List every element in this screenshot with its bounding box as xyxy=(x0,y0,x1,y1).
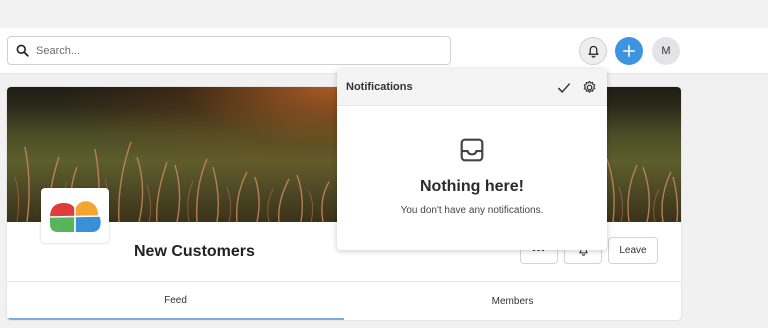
search-box[interactable] xyxy=(7,36,451,65)
plus-icon xyxy=(622,44,636,58)
tab-members[interactable]: Members xyxy=(344,282,681,320)
notifications-dropdown: Notifications Nothing here! You don't ha… xyxy=(337,69,607,250)
top-header: M xyxy=(0,28,768,74)
search-input[interactable] xyxy=(36,44,426,57)
cloud-logo xyxy=(48,200,102,233)
group-logo xyxy=(41,188,109,243)
empty-state-title: Nothing here! xyxy=(420,178,524,195)
gear-icon[interactable] xyxy=(582,80,597,95)
search-icon xyxy=(16,44,29,57)
notifications-header: Notifications xyxy=(337,69,607,106)
top-strip xyxy=(0,0,768,28)
group-title: New Customers xyxy=(134,243,255,260)
bell-icon xyxy=(588,45,598,58)
add-button[interactable] xyxy=(615,37,643,65)
group-tabs: Feed Members xyxy=(7,281,681,320)
empty-state-message: You don't have any notifications. xyxy=(400,205,544,216)
leave-button[interactable]: Leave xyxy=(608,237,658,264)
user-avatar[interactable]: M xyxy=(652,37,680,65)
notifications-title: Notifications xyxy=(346,81,413,93)
notifications-button[interactable] xyxy=(579,37,607,65)
checkmark-icon[interactable] xyxy=(557,81,571,95)
tab-feed[interactable]: Feed xyxy=(7,282,344,320)
inbox-icon xyxy=(460,138,484,162)
